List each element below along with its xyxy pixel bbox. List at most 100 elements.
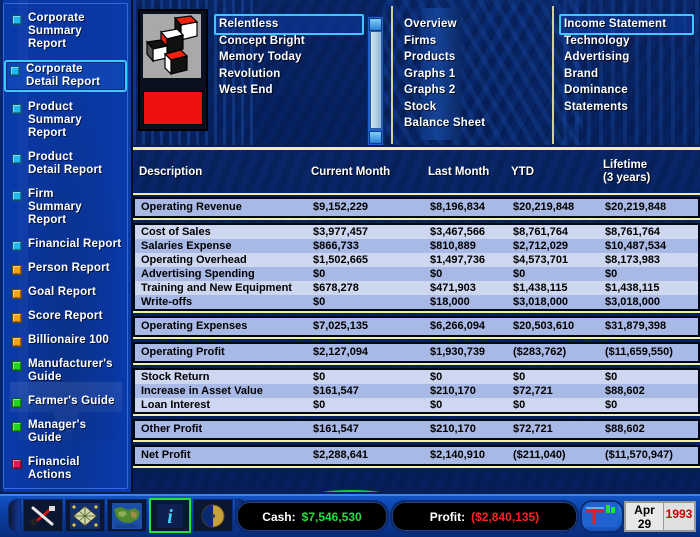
compass-icon[interactable] (193, 499, 233, 532)
table-row[interactable]: Training and New Equipment $678,278 $471,9… (135, 281, 698, 295)
table-row[interactable]: Write-offs $0 $18,000 $3,018,000 $3,018,000 (135, 295, 698, 309)
view-items: Overview Firms Products Graphs 1 Graphs 2 Sto… (399, 16, 559, 132)
bullet-icon (12, 15, 22, 25)
table-row[interactable]: Operating Profit $2,127,094 $1,930,739 ($28… (135, 344, 698, 361)
row-value-4: $31,879,398 (605, 320, 667, 332)
subview-item-statements[interactable]: Statements (559, 99, 694, 116)
firm-item-concept-bright[interactable]: Concept Bright (214, 33, 364, 50)
table-row[interactable]: Cost of Sales $3,977,457 $3,467,566 $8,761,… (135, 225, 698, 239)
table-group: Operating Revenue $9,152,229 $8,196,834 $20… (133, 197, 700, 218)
subview-item-technology[interactable]: Technology (559, 33, 694, 50)
table-group: Cost of Sales $3,977,457 $3,467,566 $8,761,… (133, 223, 700, 311)
sidebar-item-farmer-s-guide[interactable]: Farmer's Guide (6, 393, 125, 410)
row-description: Operating Expenses (141, 320, 248, 332)
row-value-1: $866,733 (313, 240, 359, 252)
view-item-products[interactable]: Products (399, 49, 559, 66)
sidebar-item-manager-s-guide[interactable]: Manager's Guide (6, 417, 125, 447)
sidebar-item-label: Farmer's Guide (28, 395, 115, 407)
panel-divider-1 (391, 6, 393, 144)
table-row[interactable]: Increase in Asset Value $161,547 $210,170 $… (135, 384, 698, 398)
sidebar-item-billionaire-100[interactable]: Billionaire 100 (6, 332, 125, 349)
map-grid-icon[interactable] (65, 499, 105, 532)
firm-item-relentless[interactable]: Relentless (214, 14, 364, 35)
row-value-4: $88,602 (605, 423, 645, 435)
view-item-firms[interactable]: Firms (399, 33, 559, 50)
row-description: Operating Profit (141, 346, 225, 358)
row-value-3: $72,721 (513, 385, 553, 397)
sidebar-item-manufacturer-s-guide[interactable]: Manufacturer's Guide (6, 356, 125, 386)
view-item-stock[interactable]: Stock (399, 99, 559, 116)
world-map-icon[interactable] (107, 499, 147, 532)
row-value-1: $0 (313, 371, 326, 383)
subview-selector-list[interactable]: Income Statement Technology Advertising Bra… (559, 14, 694, 115)
sidebar-item-corporate-detail-report[interactable]: Corporate Detail Report (4, 60, 127, 92)
subview-item-advertising[interactable]: Advertising (559, 49, 694, 66)
graph-icon[interactable] (580, 500, 624, 533)
table-row[interactable]: Advertising Spending $0 $0 $0 $0 (135, 267, 698, 281)
row-value-4: $10,487,534 (605, 240, 667, 252)
sidebar-item-corporate-summary-report[interactable]: Corporate Summary Report (6, 10, 125, 53)
bullet-icon (12, 459, 22, 469)
scroll-up-arrow-icon[interactable] (369, 18, 382, 31)
build-tools-icon[interactable] (23, 499, 63, 532)
row-value-4: $3,018,000 (605, 296, 661, 308)
bullet-icon (12, 289, 22, 299)
subview-item-dominance[interactable]: Dominance (559, 82, 694, 99)
view-item-balance-sheet[interactable]: Balance Sheet (399, 115, 559, 132)
table-row[interactable]: Other Profit $161,547 $210,170 $72,721 $88,6… (135, 421, 698, 438)
row-value-2: $1,497,736 (430, 254, 486, 266)
row-value-2: $810,889 (430, 240, 476, 252)
table-row[interactable]: Operating Overhead $1,502,665 $1,497,736 $4… (135, 253, 698, 267)
table-row[interactable]: Operating Expenses $7,025,135 $6,266,094 $2… (135, 318, 698, 335)
scroll-thumb[interactable] (370, 31, 382, 129)
profit-value: ($2,840,135) (471, 509, 540, 524)
table-row[interactable]: Loan Interest $0 $0 $0 $0 (135, 398, 698, 412)
table-group: Operating Profit $2,127,094 $1,930,739 ($28… (133, 342, 700, 363)
row-value-1: $0 (313, 296, 326, 308)
row-value-4: $8,761,764 (605, 226, 661, 238)
subview-items: Income Statement Technology Advertising Bra… (559, 14, 694, 115)
subview-item-brand[interactable]: Brand (559, 66, 694, 83)
scroll-down-arrow-icon[interactable] (369, 131, 382, 144)
row-value-4: $20,219,848 (605, 201, 667, 213)
report-sidebar: Corporate Summary Report Corporate Detail… (0, 0, 133, 492)
firm-list-scrollbar[interactable] (367, 16, 384, 146)
view-selector-list[interactable]: Overview Firms Products Graphs 1 Graphs 2 Sto… (399, 16, 559, 132)
row-value-3: $1,438,115 (513, 282, 568, 294)
sidebar-item-financial-report[interactable]: Financial Report (6, 236, 125, 253)
row-value-2: $210,170 (430, 385, 476, 397)
firm-item-west-end[interactable]: West End (214, 82, 364, 99)
header-rule-shadow (133, 195, 700, 197)
sidebar-item-goal-report[interactable]: Goal Report (6, 284, 125, 301)
table-row[interactable]: Stock Return $0 $0 $0 $0 (135, 370, 698, 384)
sidebar-item-person-report[interactable]: Person Report (6, 260, 125, 277)
firm-item-revolution[interactable]: Revolution (214, 66, 364, 83)
bullet-icon (12, 422, 22, 432)
row-value-3: ($211,040) (513, 449, 566, 461)
subview-item-income-statement[interactable]: Income Statement (559, 14, 694, 35)
svg-text:i: i (167, 506, 173, 528)
view-item-graphs-2[interactable]: Graphs 2 (399, 82, 559, 99)
sidebar-item-product-summary-report[interactable]: Product Summary Report (6, 99, 125, 142)
row-value-2: $3,467,566 (430, 226, 486, 238)
bullet-icon (12, 398, 22, 408)
bullet-icon (12, 154, 22, 164)
table-row[interactable]: Salaries Expense $866,733 $810,889 $2,712,0… (135, 239, 698, 253)
sidebar-item-financial-actions[interactable]: Financial Actions (6, 454, 125, 484)
table-row[interactable]: Operating Revenue $9,152,229 $8,196,834 $20… (135, 199, 698, 216)
view-item-overview[interactable]: Overview (399, 16, 559, 33)
sidebar-item-score-report[interactable]: Score Report (6, 308, 125, 325)
firm-item-memory-today[interactable]: Memory Today (214, 49, 364, 66)
row-value-3: $20,219,848 (513, 201, 575, 213)
logo-cubes-icon (143, 14, 201, 78)
bullet-icon (10, 66, 20, 76)
info-icon[interactable]: i (149, 498, 191, 533)
row-value-2: $1,930,739 (430, 346, 486, 358)
row-description: Salaries Expense (141, 240, 232, 252)
sidebar-item-product-detail-report[interactable]: Product Detail Report (6, 149, 125, 179)
view-item-graphs-1[interactable]: Graphs 1 (399, 66, 559, 83)
col-header-ytd: YTD (511, 166, 534, 178)
sidebar-item-firm-summary-report[interactable]: Firm Summary Report (6, 186, 125, 229)
row-value-1: $678,278 (313, 282, 359, 294)
table-row[interactable]: Net Profit $2,288,641 $2,140,910 ($211,040)… (135, 447, 698, 464)
